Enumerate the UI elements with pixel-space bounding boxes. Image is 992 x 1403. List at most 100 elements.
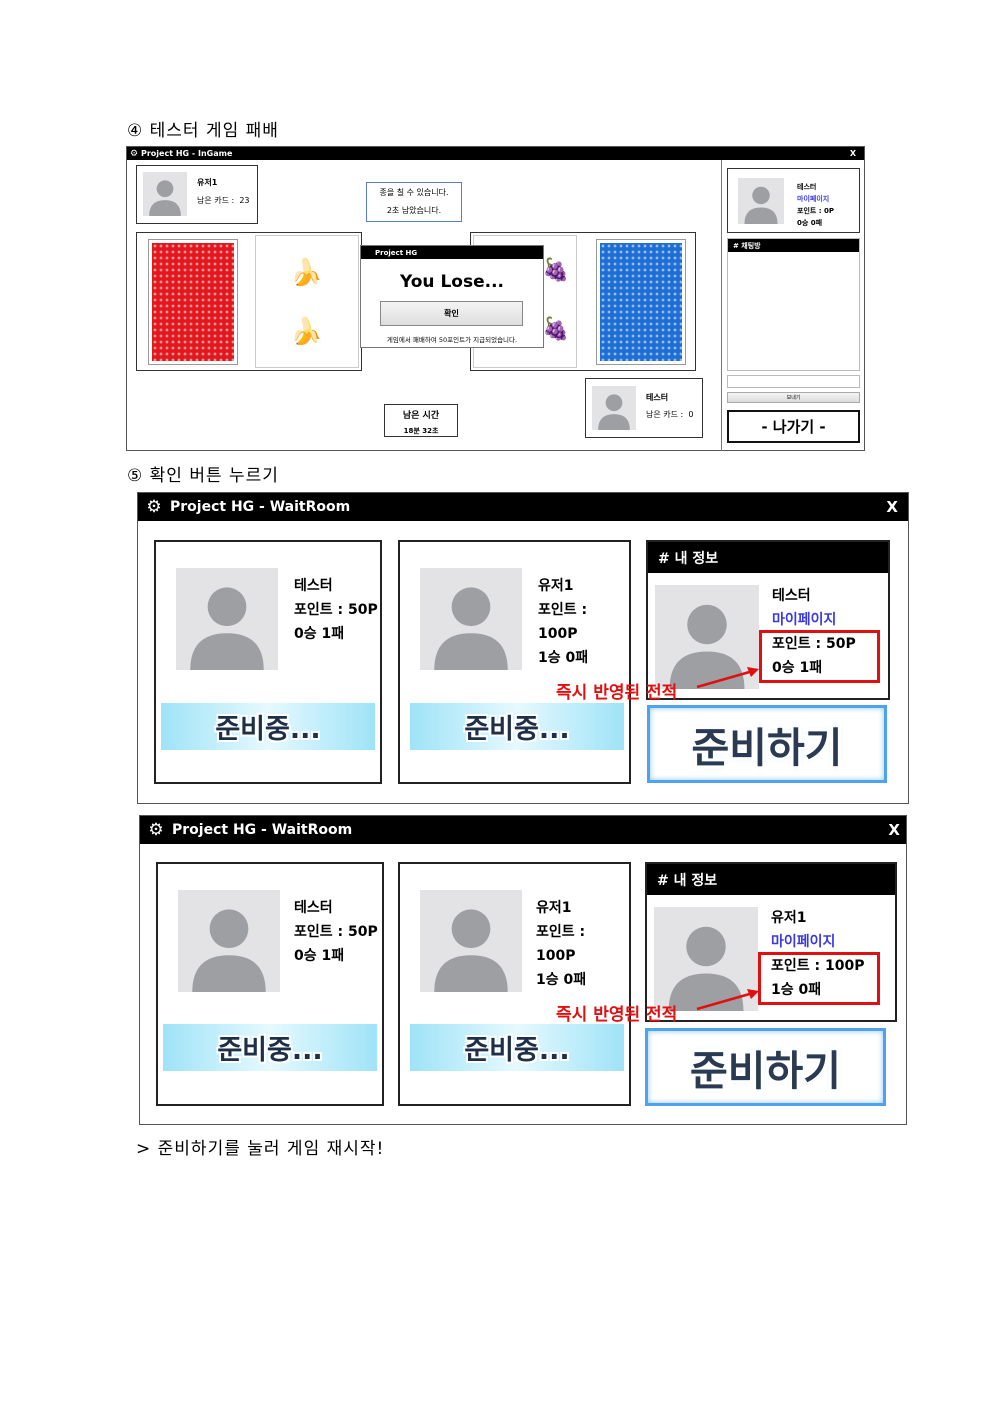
sidebar-points: 포인트 : 0P xyxy=(797,207,834,215)
annotation-label: 즉시 반영된 전적 xyxy=(556,683,678,703)
player-cards: 남은 카드 : 0 xyxy=(646,410,694,419)
lose-message: You Lose... xyxy=(400,272,504,292)
sidebar-record: 0승 0패 xyxy=(797,219,823,227)
close-button[interactable]: X xyxy=(888,821,900,839)
banana-icon: 🍌 xyxy=(290,317,323,347)
arrow-icon xyxy=(696,989,759,1011)
slot-points: 포인트 : 100P xyxy=(536,924,586,964)
timer-value: 18분 32초 xyxy=(403,427,439,435)
arrow-icon xyxy=(696,667,759,689)
ready-button[interactable]: 준비하기 xyxy=(647,705,887,783)
confirm-button[interactable]: 확인 xyxy=(380,301,523,326)
slot-info: 유저1 포인트 : 100P 1승 0패 xyxy=(538,574,629,670)
slot-record: 0승 1패 xyxy=(294,948,345,964)
player-slot-1: 테스터 포인트 : 50P 0승 1패 준비중... xyxy=(154,540,382,784)
status-banner: 준비중... xyxy=(161,703,375,750)
waitroom-titlebar: ⚙ Project HG - WaitRoom X xyxy=(138,493,908,521)
slot-points: 포인트 : 50P xyxy=(294,924,378,940)
user-avatar-icon xyxy=(592,386,636,430)
chat-room: # 채팅방 xyxy=(727,238,860,371)
sidebar-name: 테스터 xyxy=(797,183,817,191)
mypage-link[interactable]: 마이페이지 xyxy=(772,608,856,632)
slot-record: 1승 0패 xyxy=(538,650,589,666)
red-card-back xyxy=(148,239,238,365)
status-banner: 준비중... xyxy=(163,1024,377,1071)
step4-heading: ④ 테스터 게임 패배 xyxy=(127,121,279,141)
close-button[interactable]: X xyxy=(886,498,898,516)
slot-record: 0승 1패 xyxy=(294,626,345,642)
step5-heading: ⑤ 확인 버튼 누르기 xyxy=(127,466,279,486)
player-slot-1: 테스터 포인트 : 50P 0승 1패 준비중... xyxy=(156,862,384,1106)
dialog-title: Project HG xyxy=(375,248,418,257)
opponent-name: 유저1 xyxy=(197,178,218,187)
sidebar-divider xyxy=(721,160,722,451)
gear-icon[interactable]: ⚙ xyxy=(140,820,172,840)
mypage-link[interactable]: 마이페이지 xyxy=(797,193,834,205)
highlight-box xyxy=(759,630,880,683)
waitroom-window-2: ⚙ Project HG - WaitRoom X 테스터 포인트 : 50P … xyxy=(139,815,907,1125)
bell-notice: 종을 칠 수 있습니다. 2초 남았습니다. xyxy=(366,182,462,222)
user-avatar-icon xyxy=(176,568,278,670)
timer-box: 남은 시간 18분 32초 xyxy=(384,404,458,437)
status-banner: 준비중... xyxy=(410,1024,624,1071)
user-avatar-icon xyxy=(420,890,522,992)
send-button[interactable]: 보내기 xyxy=(727,392,860,403)
opponent-card-area: 🍌 🍌 xyxy=(136,232,362,371)
notice-line1: 종을 칠 수 있습니다. xyxy=(379,188,449,197)
mypage-link[interactable]: 마이페이지 xyxy=(771,930,864,954)
annotation-label: 즉시 반영된 전적 xyxy=(556,1005,678,1025)
my-name: 유저1 xyxy=(771,910,807,926)
banana-icon: 🍌 xyxy=(290,258,323,288)
waitroom-window-1: ⚙ Project HG - WaitRoom X 테스터 포인트 : 50P … xyxy=(137,492,909,804)
waitroom-title: Project HG - WaitRoom xyxy=(172,822,353,838)
status-banner: 준비중... xyxy=(410,703,624,750)
user-avatar-icon xyxy=(178,890,280,992)
ingame-titlebar: ⚙ Project HG - InGame X xyxy=(127,147,864,160)
close-button[interactable]: X xyxy=(850,149,856,158)
slot-name: 유저1 xyxy=(536,900,572,916)
slot-name: 테스터 xyxy=(294,900,333,916)
gear-icon[interactable]: ⚙ xyxy=(138,497,170,517)
waitroom-titlebar: ⚙ Project HG - WaitRoom X xyxy=(140,816,906,844)
sidebar-profile-text: 테스터 마이페이지 포인트 : 0P 0승 0패 xyxy=(797,181,834,229)
user-avatar-icon xyxy=(738,178,784,224)
player-slot-2: 유저1 포인트 : 100P 1승 0패 준비중... xyxy=(398,862,631,1106)
opponent-cards: 남은 카드 : 23 xyxy=(197,196,250,205)
chat-header: # 채팅방 xyxy=(728,239,859,252)
notice-line2: 2초 남았습니다. xyxy=(386,206,442,215)
dialog-titlebar: Project HG xyxy=(361,246,543,259)
slot-name: 테스터 xyxy=(294,578,333,594)
slot-points: 포인트 : 100P xyxy=(538,602,588,642)
opponent-panel: 유저1 남은 카드 : 23 xyxy=(136,165,258,224)
ready-button[interactable]: 준비하기 xyxy=(645,1028,886,1106)
user-avatar-icon xyxy=(143,172,187,216)
footer-note: > 준비하기를 눌러 게임 재시작! xyxy=(136,1139,385,1159)
sidebar-profile: 테스터 마이페이지 포인트 : 0P 0승 0패 xyxy=(727,168,860,233)
opponent-open-card: 🍌 🍌 xyxy=(255,235,359,368)
slot-name: 유저1 xyxy=(538,578,574,594)
waitroom-title: Project HG - WaitRoom xyxy=(170,499,351,515)
slot-info: 테스터 포인트 : 50P 0승 1패 xyxy=(294,896,378,968)
player-name: 테스터 xyxy=(646,393,669,402)
slot-points: 포인트 : 50P xyxy=(294,602,378,618)
gear-icon[interactable]: ⚙ xyxy=(127,149,141,159)
my-info-header: # 내 정보 xyxy=(648,542,888,573)
player-panel: 테스터 남은 카드 : 0 xyxy=(585,378,703,438)
user-avatar-icon xyxy=(420,568,522,670)
my-info-header: # 내 정보 xyxy=(647,864,895,895)
slot-record: 1승 0패 xyxy=(536,972,587,988)
reward-message: 게임에서 패배하여 50포인트가 지급되었습니다. xyxy=(386,336,518,344)
player-slot-2: 유저1 포인트 : 100P 1승 0패 준비중... xyxy=(398,540,631,784)
slot-info: 테스터 포인트 : 50P 0승 1패 xyxy=(294,574,378,646)
chat-input[interactable] xyxy=(727,375,860,388)
slot-info: 유저1 포인트 : 100P 1승 0패 xyxy=(536,896,629,992)
exit-button[interactable]: - 나가기 - xyxy=(727,410,860,443)
grape-icon: 🍇 xyxy=(542,258,570,283)
my-name: 테스터 xyxy=(772,588,811,604)
blue-card-back xyxy=(596,239,686,365)
highlight-box xyxy=(758,952,880,1005)
result-dialog: Project HG You Lose... 확인 게임에서 패배하여 50포인… xyxy=(360,245,544,348)
timer-label: 남은 시간 xyxy=(402,411,440,421)
ingame-title: Project HG - InGame xyxy=(141,149,233,158)
grape-icon: 🍇 xyxy=(542,317,570,342)
